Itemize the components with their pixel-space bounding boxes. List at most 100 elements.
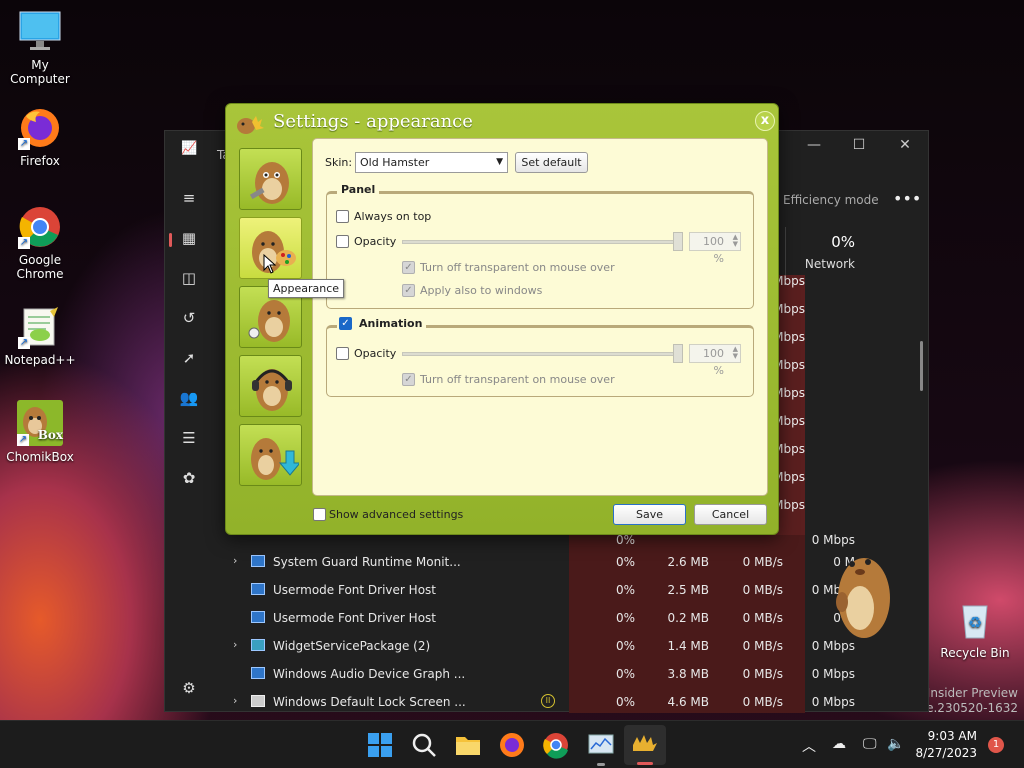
net-cell: 0 Mbps [811,695,855,709]
close-icon[interactable]: ✕ [890,137,920,153]
onedrive-offline-icon[interactable]: ☁ [832,736,846,752]
category-audio-button[interactable] [239,355,302,417]
set-default-button[interactable]: Set default [515,152,588,173]
hamburger-icon[interactable]: ≡ [179,189,199,207]
process-icon [251,695,265,707]
always-on-top-checkbox[interactable] [336,210,349,223]
table-row[interactable]: Usermode Font Driver Host 0% 0.2 MB 0 MB… [215,604,930,632]
cpu-cell: 0% [615,611,635,625]
more-options-icon[interactable]: ••• [893,189,921,208]
clock-date[interactable]: 8/27/2023 [905,746,977,760]
dialog-close-button[interactable]: x [755,111,775,131]
memory-cell: 1.4 MB [667,639,709,653]
expand-chevron-icon[interactable]: › [233,638,237,651]
spinner-arrows-icon[interactable]: ▲ ▼ [733,346,738,360]
disk-cell: 0 MB/s [742,583,783,597]
task-manager-nav: ≡ ▦ ◫ ↺ ➚ 👥 ☰ ✿ ⚙ [165,165,213,713]
maximize-icon[interactable]: ☐ [844,137,874,153]
services-icon[interactable]: ✿ [179,469,199,487]
apply-to-windows-checkbox: ✓ [402,284,415,297]
animation-turn-off-transparent-label: Turn off transparent on mouse over [420,373,615,386]
table-row[interactable]: › Windows Default Lock Screen ... II 0% … [215,688,930,716]
task-manager-taskbar-icon[interactable] [587,731,615,759]
scrollbar-thumb[interactable] [920,341,923,391]
table-row[interactable]: › System Guard Runtime Monit... 0% 2.6 M… [215,548,930,576]
expand-chevron-icon[interactable]: › [233,554,237,567]
category-general-button[interactable] [239,148,302,210]
memory-cell: 2.6 MB [667,555,709,569]
clock-time[interactable]: 9:03 AM [917,729,977,743]
desktop-icon-google-chrome[interactable]: ↗ Google Chrome [0,205,80,281]
panel-opacity-spinner[interactable]: 100 % ▲ ▼ [689,232,741,265]
table-row[interactable]: Usermode Font Driver Host 0% 2.5 MB 0 MB… [215,576,930,604]
performance-icon[interactable]: ◫ [179,269,199,287]
startup-apps-icon[interactable]: ➚ [179,349,199,367]
users-icon[interactable]: 👥 [179,389,199,407]
desktop-icon-recycle-bin[interactable]: ♻ Recycle Bin [935,598,1015,660]
efficiency-mode-button[interactable]: Efficiency mode [783,193,879,207]
animation-opacity-spinner[interactable]: 100 % ▲ ▼ [689,344,741,377]
processes-icon[interactable]: ▦ [179,229,199,247]
process-icon [251,667,265,679]
animation-group-label: Animation [359,317,423,330]
animation-checkbox[interactable]: ✓ [339,317,352,330]
desktop-icon-firefox[interactable]: ↗ Firefox [0,106,80,168]
animation-opacity-checkbox[interactable] [336,347,349,360]
panel-opacity-slider-thumb[interactable] [673,232,683,251]
search-icon[interactable] [410,731,438,759]
animation-opacity-slider-thumb[interactable] [673,344,683,363]
process-name: WidgetServicePackage (2) [273,639,431,653]
minimize-icon[interactable]: — [799,137,829,153]
panel-opacity-slider[interactable] [402,240,683,244]
settings-dialog[interactable]: Settings - appearance x Skin: Old Hamste… [225,103,779,535]
process-icon [251,555,265,567]
process-name: Usermode Font Driver Host [273,583,436,597]
animation-opacity-slider[interactable] [402,352,683,356]
spinner-arrows-icon[interactable]: ▲ ▼ [733,234,738,248]
settings-gear-icon[interactable]: ⚙ [179,679,199,697]
category-download-button[interactable] [239,424,302,486]
file-explorer-icon[interactable] [454,731,482,759]
app-history-icon[interactable]: ↺ [179,309,199,327]
chomikbox-overlay-text: Box [37,428,63,442]
always-on-top-label: Always on top [354,210,432,223]
monitor-icon [18,10,62,54]
recycle-bin-icon: ♻ [953,598,997,642]
network-column-header[interactable]: 0% Network [785,227,930,275]
desktop-icon-my-computer[interactable]: My Computer [0,10,80,86]
desktop-icon-label: Firefox [20,154,60,168]
desktop-hamster-mascot[interactable] [830,540,894,644]
table-row[interactable]: › WidgetServicePackage (2) 0% 1.4 MB 0 M… [215,632,930,660]
chevron-up-icon[interactable]: ︿ [802,736,816,756]
cancel-button[interactable]: Cancel [694,504,767,525]
chrome-taskbar-icon[interactable] [542,731,570,759]
details-icon[interactable]: ☰ [179,429,199,447]
cpu-cell: 0% [615,583,635,597]
firefox-taskbar-icon[interactable] [498,731,526,759]
svg-text:♻: ♻ [968,613,982,632]
show-advanced-checkbox[interactable] [313,508,326,521]
animation-opacity-label: Opacity [354,347,397,360]
mouse-cursor-icon [263,254,277,274]
desktop-icon-notepadpp[interactable]: ↗ Notepad++ [0,305,80,367]
network-label: Network [804,257,855,271]
panel-opacity-label: Opacity [354,235,397,248]
hamster-download-icon [251,438,299,480]
start-windows-icon[interactable] [366,731,394,759]
chomikbox-taskbar-button[interactable] [624,725,666,765]
save-button[interactable]: Save [613,504,686,525]
table-row[interactable]: Windows Audio Device Graph ... 0% 3.8 MB… [215,660,930,688]
settings-panel: Skin: Old Hamster ▼ Set default Panel Al… [312,138,768,496]
skin-select[interactable]: Old Hamster ▼ [355,152,508,173]
notification-badge[interactable]: 1 [988,737,1004,753]
network-icon[interactable]: 🖵 [863,736,877,752]
hamster-tools-icon [249,162,289,204]
desktop-icon-label: Recycle Bin [940,646,1010,660]
panel-opacity-checkbox[interactable] [336,235,349,248]
expand-chevron-icon[interactable]: › [233,694,237,707]
chomikbox-logo-icon [234,112,266,136]
desktop-icon-chomikbox[interactable]: Box ↗ ChomikBox [0,400,80,464]
volume-icon[interactable]: 🔈 [887,736,904,752]
shortcut-arrow-icon: ↗ [18,138,30,150]
cpu-cell: 0% [615,695,635,709]
